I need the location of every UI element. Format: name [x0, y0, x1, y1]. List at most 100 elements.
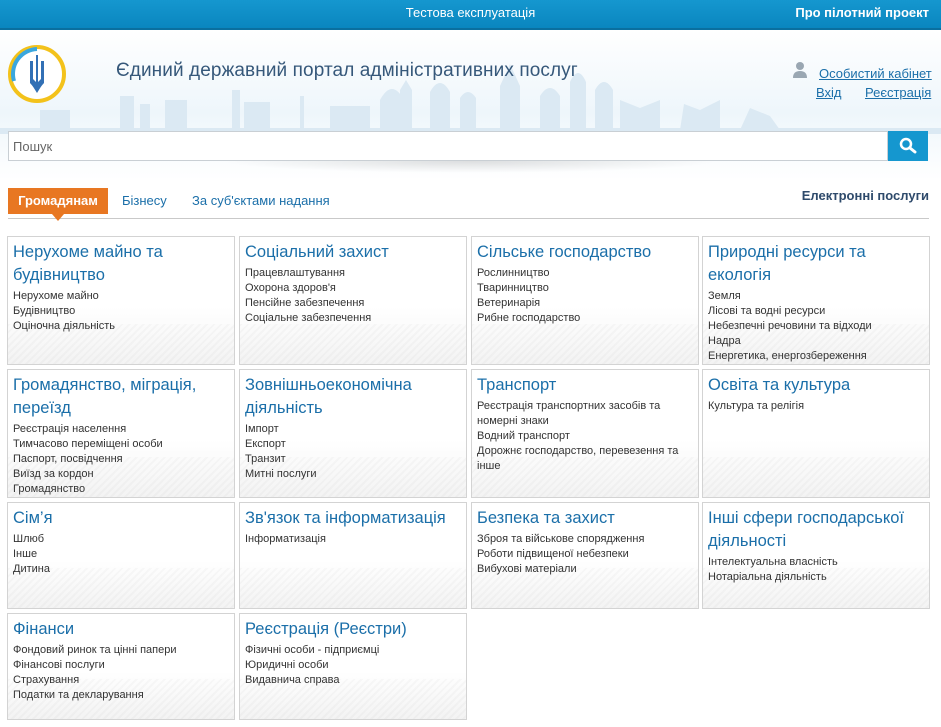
subcategory-link[interactable]: Виїзд за кордон	[13, 467, 229, 482]
subcategory-link[interactable]: Страхування	[13, 673, 229, 688]
subcategory-link[interactable]: Інтелектуальна власність	[708, 555, 924, 570]
category-title-link[interactable]: Реєстрація (Реєстри)	[245, 618, 461, 641]
subcategory-link[interactable]: Ветеринарія	[477, 296, 693, 311]
subcategory-link[interactable]: Пенсійне забезпечення	[245, 296, 461, 311]
category-title-link[interactable]: Соціальний захист	[245, 241, 461, 264]
subcategory-link[interactable]: Земля	[708, 289, 924, 304]
category-title-link[interactable]: Безпека та захист	[477, 507, 693, 530]
category-title-link[interactable]: Інші сфери господарської діяльності	[708, 507, 924, 553]
subcategory-link[interactable]: Вибухові матеріали	[477, 562, 693, 577]
subcategory-list: Земля Лісові та водні ресурси Небезпечні р…	[708, 289, 924, 364]
category-title-link[interactable]: Природні ресурси та екологія	[708, 241, 924, 287]
category-card: Освіта та культура Культура та релігія	[702, 369, 930, 498]
category-card: Безпека та захист Зброя та військове спор…	[471, 502, 699, 609]
subcategory-link[interactable]: Видавнича справа	[245, 673, 461, 688]
search-input[interactable]	[8, 131, 888, 161]
subcategory-link[interactable]: Паспорт, посвідчення	[13, 452, 229, 467]
search-icon	[899, 137, 917, 154]
login-link[interactable]: Вхід	[816, 85, 842, 100]
category-card: Природні ресурси та екологія Земля Лісові …	[702, 236, 930, 365]
category-title-link[interactable]: Громадянство, міграція, переїзд	[13, 374, 229, 420]
category-card: Зв'язок та інформатизація Інформатизація	[239, 502, 467, 609]
subcategory-link[interactable]: Нотаріальна діяльність	[708, 570, 924, 585]
subcategory-link[interactable]: Інформатизація	[245, 532, 461, 547]
category-title-link[interactable]: Фінанси	[13, 618, 229, 641]
subcategory-link[interactable]: Імпорт	[245, 422, 461, 437]
category-card: Сім’я Шлюб Інше Дитина	[7, 502, 235, 609]
register-link[interactable]: Реєстрація	[865, 85, 931, 100]
subcategory-list: Рослинництво Тваринництво Ветеринарія Рибне…	[477, 266, 693, 326]
category-card: Соціальний захист Працевлаштування Охорона…	[239, 236, 467, 365]
electronic-services-link[interactable]: Електронні послуги	[802, 188, 929, 204]
subcategory-link[interactable]: Працевлаштування	[245, 266, 461, 281]
subcategory-link[interactable]: Рибне господарство	[477, 311, 693, 326]
subcategory-link[interactable]: Зброя та військове спорядження	[477, 532, 693, 547]
tab-by-subject[interactable]: За суб'єктами надання	[192, 188, 330, 214]
tab-business[interactable]: Бізнесу	[122, 188, 167, 214]
subcategory-list: Нерухоме майно Будівництво Оціночна діяльн…	[13, 289, 229, 334]
subcategory-link[interactable]: Надра	[708, 334, 924, 349]
subcategory-link[interactable]: Культура та релігія	[708, 399, 924, 414]
subcategory-list: Фізичні особи - підприємці Юридичні особи…	[245, 643, 461, 688]
subcategory-link[interactable]: Роботи підвищеної небезпеки	[477, 547, 693, 562]
subcategory-link[interactable]: Юридичні особи	[245, 658, 461, 673]
subcategory-list: Інформатизація	[245, 532, 461, 547]
category-title-link[interactable]: Сільське господарство	[477, 241, 693, 264]
active-tab-arrow	[52, 214, 64, 221]
subcategory-link[interactable]: Рослинництво	[477, 266, 693, 281]
subcategory-link[interactable]: Шлюб	[13, 532, 229, 547]
subcategory-link[interactable]: Небезпечні речовини та відходи	[708, 319, 924, 334]
subcategory-list: Працевлаштування Охорона здоров'я Пенсійне…	[245, 266, 461, 326]
tab-citizens[interactable]: Громадянам	[8, 188, 108, 214]
ukraine-trident-logo[interactable]	[8, 43, 66, 105]
subcategory-list: Культура та релігія	[708, 399, 924, 414]
category-card: Нерухоме майно та будівництво Нерухоме ма…	[7, 236, 235, 365]
subcategory-link[interactable]: Тваринництво	[477, 281, 693, 296]
pilot-project-link[interactable]: Про пілотний проект	[795, 5, 929, 20]
search-button[interactable]	[888, 131, 928, 161]
subcategory-link[interactable]: Фінансові послуги	[13, 658, 229, 673]
category-title-link[interactable]: Зовнішньоекономічна діяльність	[245, 374, 461, 420]
subcategory-link[interactable]: Нерухоме майно	[13, 289, 229, 304]
category-card: Зовнішньоекономічна діяльність Імпорт Експ…	[239, 369, 467, 498]
subcategory-link[interactable]: Експорт	[245, 437, 461, 452]
subcategory-link[interactable]: Лісові та водні ресурси	[708, 304, 924, 319]
subcategory-link[interactable]: Реєстрація населення	[13, 422, 229, 437]
category-title-link[interactable]: Нерухоме майно та будівництво	[13, 241, 229, 287]
subcategory-link[interactable]: Охорона здоров'я	[245, 281, 461, 296]
category-title-link[interactable]: Сім’я	[13, 507, 229, 530]
subcategory-link[interactable]: Будівництво	[13, 304, 229, 319]
subcategory-link[interactable]: Громадянство	[13, 482, 229, 497]
category-tabs: Громадянам Бізнесу За суб'єктами надання…	[8, 188, 929, 221]
personal-cabinet-link[interactable]: Особистий кабінет	[819, 66, 932, 81]
subcategory-link[interactable]: Реєстрація транспортних засобів та номер…	[477, 399, 693, 429]
subcategory-link[interactable]: Енергетика, енергозбереження	[708, 349, 924, 364]
subcategory-link[interactable]: Фондовий ринок та цінні папери	[13, 643, 229, 658]
category-card: Транспорт Реєстрація транспортних засобів…	[471, 369, 699, 498]
subcategory-link[interactable]: Інше	[13, 547, 229, 562]
subcategory-list: Реєстрація транспортних засобів та номер…	[477, 399, 693, 474]
subcategory-link[interactable]: Оціночна діяльність	[13, 319, 229, 334]
subcategory-link[interactable]: Дорожнє господарство, перевезення та інш…	[477, 444, 693, 474]
subcategory-link[interactable]: Податки та декларування	[13, 688, 229, 703]
subcategory-link[interactable]: Водний транспорт	[477, 429, 693, 444]
search-bar	[8, 131, 928, 161]
subcategory-link[interactable]: Соціальне забезпечення	[245, 311, 461, 326]
subcategory-link[interactable]: Митні послуги	[245, 467, 461, 482]
category-title-link[interactable]: Освіта та культура	[708, 374, 924, 397]
portal-title: Єдиний державний портал адміністративних…	[116, 60, 578, 81]
subcategory-list: Імпорт Експорт Транзит Митні послуги	[245, 422, 461, 482]
subcategory-link[interactable]: Тимчасово переміщені особи	[13, 437, 229, 452]
subcategory-list: Інтелектуальна власність Нотаріальна діял…	[708, 555, 924, 585]
subcategory-link[interactable]: Транзит	[245, 452, 461, 467]
subcategory-list: Реєстрація населення Тимчасово переміщені…	[13, 422, 229, 497]
search-shadow	[220, 161, 720, 173]
subcategory-list: Зброя та військове спорядження Роботи під…	[477, 532, 693, 577]
category-title-link[interactable]: Транспорт	[477, 374, 693, 397]
category-card: Інші сфери господарської діяльності Інтел…	[702, 502, 930, 609]
subcategory-link[interactable]: Фізичні особи - підприємці	[245, 643, 461, 658]
user-icon	[793, 62, 807, 78]
category-card: Фінанси Фондовий ринок та цінні папери Фін…	[7, 613, 235, 720]
category-title-link[interactable]: Зв'язок та інформатизація	[245, 507, 461, 530]
subcategory-link[interactable]: Дитина	[13, 562, 229, 577]
